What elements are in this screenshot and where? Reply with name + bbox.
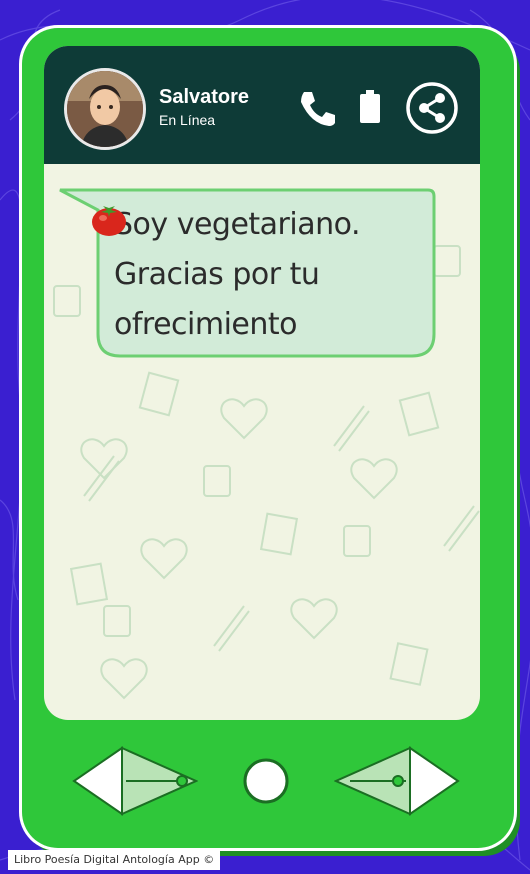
contact-status: En Línea <box>159 112 216 128</box>
chat-screen: Salvatore En Línea <box>44 46 480 720</box>
message-text: Soy vegetariano. Gracias por tu ofrecimi… <box>92 200 414 350</box>
battery-icon <box>358 90 382 129</box>
message-line-wrap: ofrecimiento <box>92 206 414 350</box>
chat-header: Salvatore En Línea <box>44 46 480 164</box>
forward-arrow-button[interactable] <box>333 746 460 821</box>
message-line: Soy vegetariano. <box>114 207 360 242</box>
message-line: ofrecimiento <box>114 307 298 342</box>
home-button[interactable] <box>243 758 289 809</box>
footer-credit: Libro Poesía Digital Antología App © <box>8 850 221 870</box>
message-line: Gracias por tu <box>114 257 320 292</box>
phone-icon[interactable] <box>296 88 336 133</box>
share-icon[interactable] <box>404 80 460 141</box>
message-bubble: Soy vegetariano. Gracias por tu ofrecimi… <box>59 186 436 358</box>
contact-name: Salvatore <box>159 86 250 108</box>
contact-avatar[interactable] <box>64 68 146 150</box>
back-arrow-button[interactable] <box>72 746 199 821</box>
